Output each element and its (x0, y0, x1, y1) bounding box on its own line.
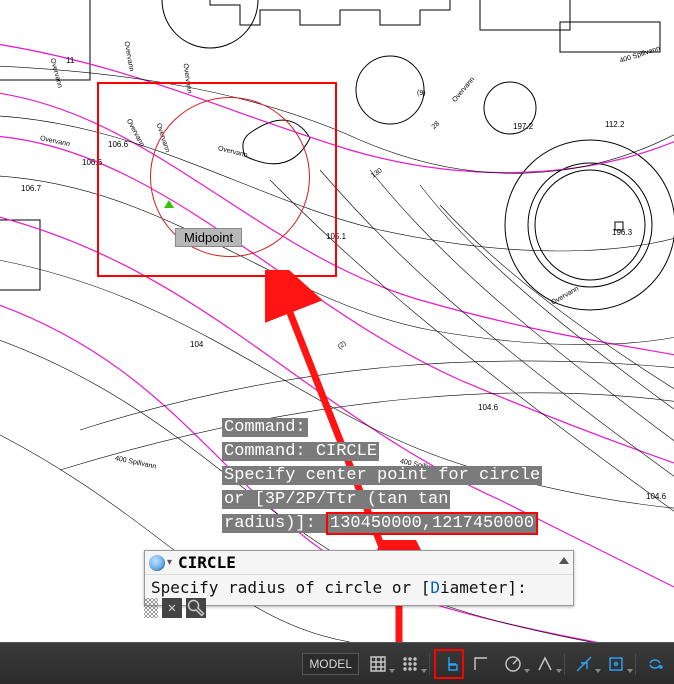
highlight-rectangle (97, 82, 337, 277)
command-globe-icon[interactable] (149, 555, 165, 571)
command-history-expand[interactable] (559, 557, 569, 564)
spot-elevation: 106.7 (21, 184, 41, 193)
selection-cycling-toggle[interactable] (642, 651, 668, 677)
entered-coordinates: 130450000,1217450000 (328, 514, 536, 533)
status-bar: MODEL (0, 642, 674, 684)
spot-elevation: 104 (190, 340, 203, 349)
command-recent-dropdown[interactable]: ▾ (167, 557, 172, 568)
spot-elevation: 104.6 (646, 492, 666, 501)
spot-elevation: 197.2 (513, 122, 533, 131)
model-space-button[interactable]: MODEL (302, 653, 359, 675)
drawing-canvas[interactable]: Overvann Overvann Overvann Overvann Over… (0, 0, 674, 642)
grid-display-toggle[interactable] (365, 651, 391, 677)
command-line-drag-handle[interactable] (144, 598, 158, 618)
spot-elevation: 112.2 (605, 120, 624, 129)
midpoint-snap-glyph (164, 200, 174, 208)
command-prompt[interactable]: Specify radius of circle or [Diameter]: (145, 575, 573, 605)
spot-elevation: (9) (417, 90, 426, 97)
command-line-close-button[interactable]: ✕ (162, 598, 182, 618)
command-history: Command: Command: CIRCLE Specify center … (222, 416, 542, 536)
snap-mode-toggle[interactable] (397, 651, 423, 677)
polar-tracking-toggle[interactable] (500, 651, 526, 677)
ortho-mode-toggle[interactable] (468, 651, 494, 677)
active-command-name: CIRCLE (178, 553, 236, 572)
object-snap-tracking-toggle[interactable] (571, 651, 597, 677)
snap-tooltip: Midpoint (175, 228, 242, 247)
dynamic-input-toggle[interactable] (436, 651, 462, 677)
spot-elevation: 104.6 (478, 403, 498, 412)
command-line[interactable]: ▾ CIRCLE Specify radius of circle or [Di… (144, 550, 574, 606)
spot-elevation: 11 (66, 56, 74, 65)
object-snap-toggle[interactable] (603, 651, 629, 677)
isometric-drafting-toggle[interactable] (532, 651, 558, 677)
spot-elevation: 196.3 (612, 228, 632, 237)
command-line-customize-button[interactable] (186, 598, 206, 618)
